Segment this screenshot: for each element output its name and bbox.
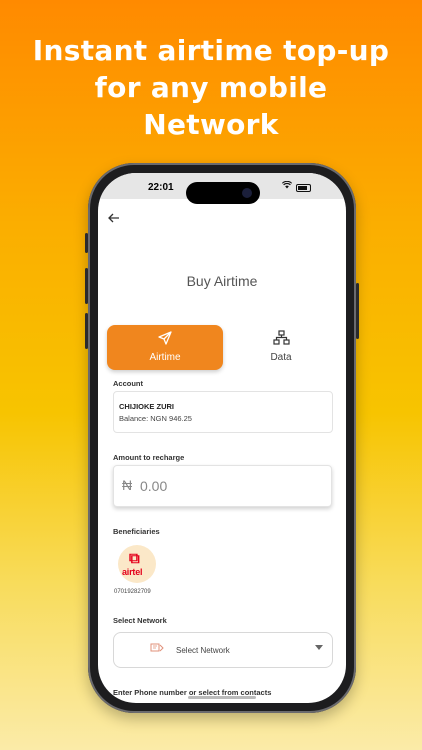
phone-volume-down-button xyxy=(85,313,88,349)
headline-line-1: Instant airtime top-up xyxy=(32,34,390,67)
phone-side-button xyxy=(85,233,88,253)
phone-frame: 22:01 Buy Airtime Airtime Data Account C… xyxy=(85,163,359,713)
airtel-swirl-icon: ⧉ xyxy=(129,550,140,567)
tab-airtime[interactable]: Airtime xyxy=(107,325,223,370)
camera-icon xyxy=(242,188,252,198)
tab-data-label: Data xyxy=(270,352,292,363)
phone-volume-up-button xyxy=(85,268,88,304)
phone-power-button xyxy=(356,283,359,339)
account-card: CHIJIOKE ZURI Balance: NGN 946.25 xyxy=(113,391,333,433)
tab-data[interactable]: Data xyxy=(223,325,339,370)
account-balance: Balance: NGN 946.25 xyxy=(119,414,192,423)
network-select[interactable]: Select Network xyxy=(113,632,333,668)
network-placeholder-icon xyxy=(150,643,164,655)
account-label: Account xyxy=(113,379,143,388)
amount-label: Amount to recharge xyxy=(113,453,185,462)
amount-input[interactable]: ₦ 0.00 xyxy=(113,465,332,507)
page-title: Buy Airtime xyxy=(186,273,258,289)
naira-symbol: ₦ xyxy=(122,477,133,493)
send-icon xyxy=(107,330,223,350)
tab-airtime-label: Airtime xyxy=(149,352,181,363)
promo-headline: Instant airtime top-up for any mobile Ne… xyxy=(0,32,422,143)
arrow-left-icon[interactable] xyxy=(108,210,120,226)
select-network-label: Select Network xyxy=(113,616,167,625)
network-select-value: Select Network xyxy=(176,646,230,655)
beneficiary-airtel-logo[interactable]: ⧉ airtel xyxy=(118,545,156,583)
airtel-wordmark: airtel xyxy=(122,567,143,577)
app-screen: 22:01 Buy Airtime Airtime Data Account C… xyxy=(98,173,346,703)
status-time: 22:01 xyxy=(148,182,174,193)
account-name: CHIJIOKE ZURI xyxy=(119,402,175,411)
chevron-down-icon xyxy=(315,645,323,650)
dynamic-island xyxy=(186,182,260,204)
home-indicator xyxy=(188,696,256,699)
amount-value: 0.00 xyxy=(140,478,168,494)
network-icon xyxy=(223,330,339,350)
headline-line-3: Network xyxy=(143,108,279,141)
status-bar: 22:01 xyxy=(98,173,346,204)
battery-icon xyxy=(296,184,311,192)
headline-line-2: for any mobile xyxy=(94,71,328,104)
beneficiaries-label: Beneficiaries xyxy=(113,527,160,536)
beneficiary-number[interactable]: 07019282709 xyxy=(114,589,151,595)
wifi-icon xyxy=(281,180,293,191)
